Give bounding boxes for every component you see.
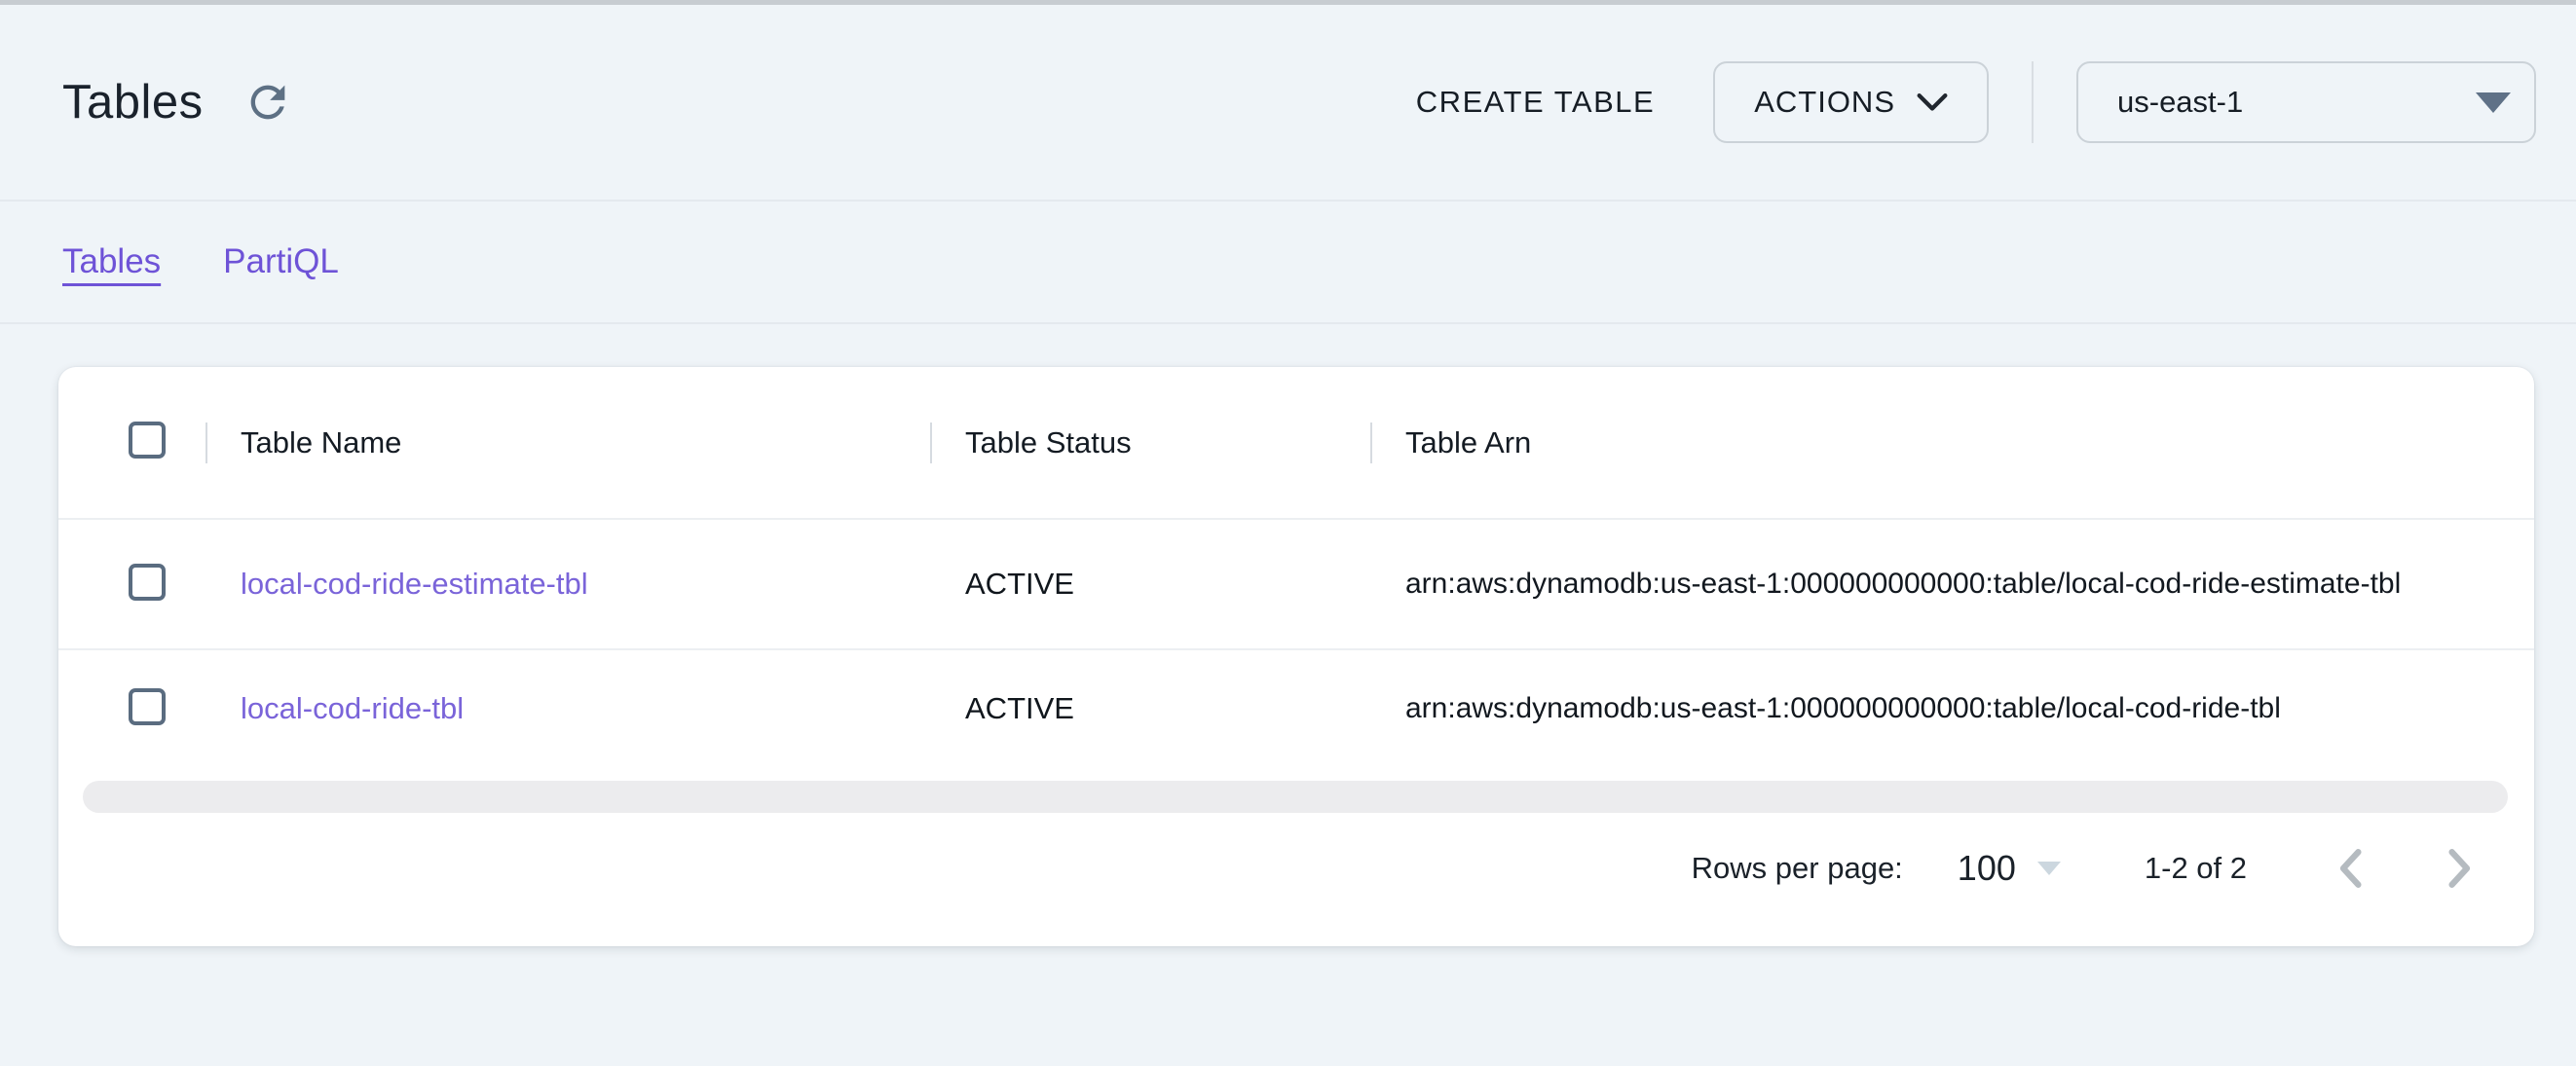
row-checkbox[interactable]	[129, 688, 166, 725]
region-select[interactable]: us-east-1	[2076, 61, 2536, 143]
table-row: local-cod-ride-tbl ACTIVE arn:aws:dynamo…	[58, 650, 2534, 767]
header-divider	[2032, 61, 2034, 143]
column-header-label: Table Arn	[1405, 425, 1531, 460]
page-header: Tables CREATE TABLE ACTIONS us-east-1	[0, 5, 2576, 202]
tables-card: Table Name Table Status Table Arn local-…	[58, 367, 2534, 946]
tab-tables[interactable]: Tables	[62, 242, 161, 281]
horizontal-scrollbar[interactable]	[83, 781, 2508, 813]
table-row: local-cod-ride-estimate-tbl ACTIVE arn:a…	[58, 520, 2534, 650]
page-title: Tables	[62, 75, 204, 129]
column-separator	[1370, 423, 1372, 463]
column-header-table-arn: Table Arn	[1370, 423, 2534, 463]
column-separator	[930, 423, 932, 463]
rows-per-page-caret-icon[interactable]	[2037, 862, 2061, 875]
table-arn-cell: arn:aws:dynamodb:us-east-1:000000000000:…	[1370, 692, 2534, 725]
table-arn-cell: arn:aws:dynamodb:us-east-1:000000000000:…	[1370, 568, 2534, 601]
table-status-cell: ACTIVE	[930, 691, 1370, 726]
rows-per-page-value[interactable]: 100	[1958, 848, 2016, 889]
title-group: Tables	[62, 75, 295, 129]
header-actions: CREATE TABLE ACTIONS us-east-1	[1389, 61, 2536, 143]
column-separator	[205, 423, 207, 463]
region-select-value: us-east-1	[2117, 85, 2243, 120]
actions-button-label: ACTIONS	[1754, 85, 1895, 120]
chevron-down-icon	[1917, 92, 1948, 113]
previous-page-button[interactable]	[2336, 848, 2364, 889]
row-checkbox-cell	[58, 564, 205, 606]
chevron-right-icon	[2446, 848, 2474, 889]
header-checkbox-cell	[58, 422, 205, 463]
refresh-button[interactable]	[241, 75, 295, 129]
table-name-link[interactable]: local-cod-ride-estimate-tbl	[241, 567, 588, 601]
next-page-button[interactable]	[2446, 848, 2474, 889]
tab-bar: Tables PartiQL	[0, 202, 2576, 324]
table-name-link[interactable]: local-cod-ride-tbl	[241, 691, 464, 725]
create-table-button[interactable]: CREATE TABLE	[1389, 61, 1682, 143]
pagination-range-label: 1-2 of 2	[2145, 851, 2247, 886]
column-header-table-name: Table Name	[205, 423, 930, 463]
table-status-cell: ACTIVE	[930, 567, 1370, 602]
row-checkbox[interactable]	[129, 564, 166, 601]
rows-per-page-label: Rows per page:	[1692, 851, 1903, 886]
row-checkbox-cell	[58, 688, 205, 730]
actions-dropdown-button[interactable]: ACTIONS	[1713, 61, 1989, 143]
select-all-checkbox[interactable]	[129, 422, 166, 459]
table-name-cell: local-cod-ride-tbl	[205, 691, 930, 726]
chevron-left-icon	[2336, 848, 2364, 889]
column-header-table-status: Table Status	[930, 423, 1370, 463]
pagination-bar: Rows per page: 100 1-2 of 2	[58, 813, 2534, 946]
column-header-label: Table Name	[241, 425, 401, 460]
tab-partiql[interactable]: PartiQL	[223, 242, 339, 281]
table-header-row: Table Name Table Status Table Arn	[58, 367, 2534, 520]
select-arrow-icon	[2476, 92, 2511, 113]
refresh-icon	[243, 77, 293, 128]
table-name-cell: local-cod-ride-estimate-tbl	[205, 567, 930, 602]
column-header-label: Table Status	[965, 425, 1132, 460]
